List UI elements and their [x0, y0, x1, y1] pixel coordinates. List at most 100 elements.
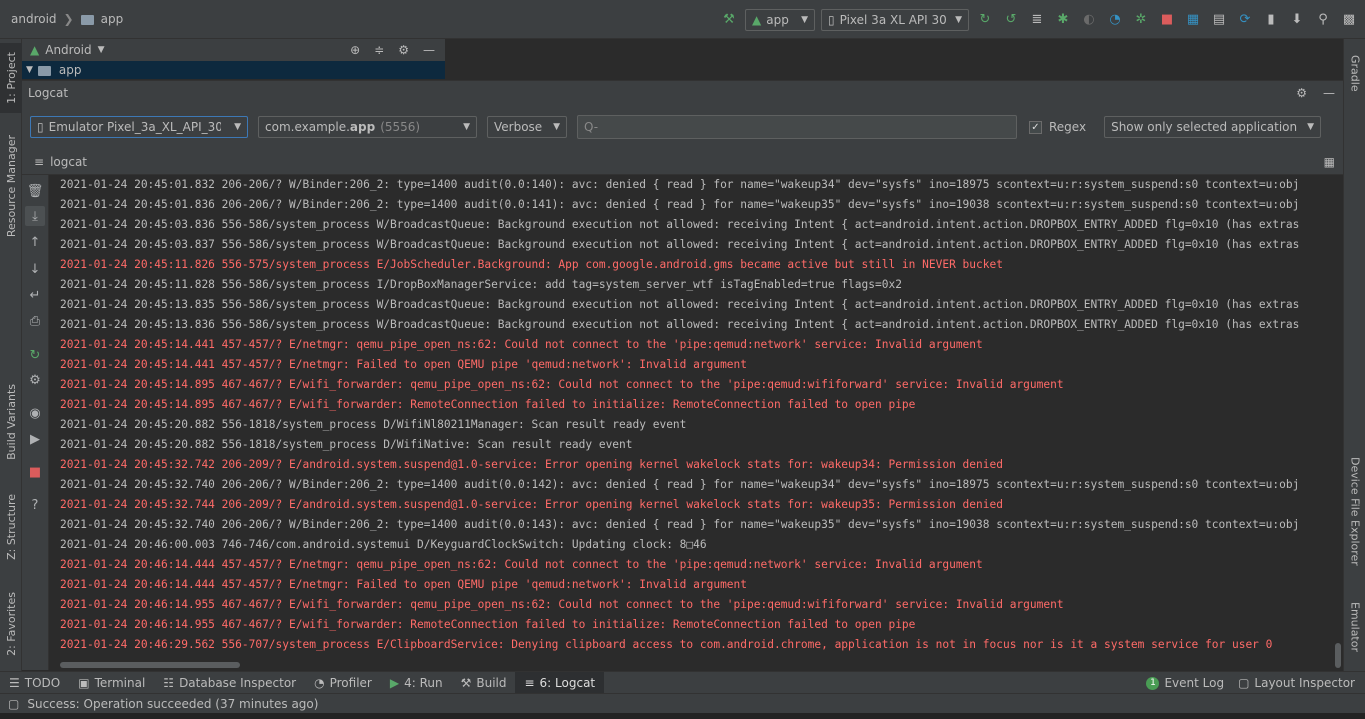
tab-run[interactable]: ▶ 4: Run	[381, 672, 452, 694]
stop-icon[interactable]: ■	[1157, 10, 1177, 30]
minimize-icon[interactable]: —	[423, 43, 435, 57]
regex-checkbox[interactable]: ✓ Regex	[1029, 120, 1086, 134]
tab-device-file-explorer[interactable]: Device File Explorer	[1344, 454, 1365, 569]
device-select[interactable]: ▯ Pixel 3a XL API 30 ▼	[821, 8, 969, 31]
layout-icon[interactable]: ▤	[1209, 10, 1229, 30]
rerun-icon[interactable]: ↻	[975, 10, 995, 30]
hammer-icon[interactable]: ⚒	[719, 10, 739, 30]
arrow-up-icon[interactable]: ↑	[25, 232, 45, 252]
trash-icon[interactable]: 🗑	[25, 181, 45, 201]
main-toolbar: android ❯ app ⚒ ▲ app ▼ ▯ Pixel 3a XL AP…	[0, 0, 1365, 39]
log-line: 2021-01-24 20:45:03.837 556-586/system_p…	[60, 238, 1300, 251]
project-tree-item-app[interactable]: ▼ app	[22, 61, 445, 79]
attach-debugger-icon[interactable]: ✲	[1131, 10, 1151, 30]
tab-layout-inspector[interactable]: ▢ Layout Inspector	[1238, 672, 1355, 694]
profile-icon[interactable]: ◐	[1079, 10, 1099, 30]
sync-gradle-icon[interactable]: ⟳	[1235, 10, 1255, 30]
restart-icon[interactable]: ↻	[25, 345, 45, 365]
arrow-down-icon[interactable]: ↓	[25, 259, 45, 279]
log-line: 2021-01-24 20:45:11.826 556-575/system_p…	[60, 258, 1003, 271]
project-view-mode[interactable]: Android	[45, 43, 91, 57]
minimize-icon[interactable]: —	[1323, 86, 1335, 100]
locate-icon[interactable]: ⊕	[350, 43, 360, 57]
log-line: 2021-01-24 20:45:14.441 457-457/? E/netm…	[60, 358, 748, 371]
run-config-select[interactable]: ▲ app ▼	[745, 8, 815, 31]
tab-structure[interactable]: Z: Structure	[0, 484, 22, 569]
tab-event-log[interactable]: 1 Event Log	[1146, 672, 1224, 694]
apply-code-changes-icon[interactable]: ≣	[1027, 10, 1047, 30]
logcat-device-select[interactable]: ▯ Emulator Pixel_3a_XL_API_30 Ani ▼	[30, 116, 248, 138]
log-line: 2021-01-24 20:45:11.828 556-586/system_p…	[60, 278, 902, 291]
editor-area	[445, 39, 1343, 79]
sdk-manager-icon[interactable]: ⬇	[1287, 10, 1307, 30]
gear-icon[interactable]: ⚙	[398, 43, 409, 57]
scroll-to-end-icon[interactable]: ⤓	[25, 206, 45, 226]
horizontal-scrollbar-thumb[interactable]	[60, 662, 240, 668]
breadcrumb-root[interactable]: android	[11, 12, 57, 26]
camera-icon[interactable]: ◉	[25, 403, 45, 423]
tab-emulator[interactable]: Emulator	[1344, 594, 1365, 659]
log-line: 2021-01-24 20:45:20.882 556-1818/system_…	[60, 438, 633, 451]
tab-build-variants[interactable]: Build Variants	[0, 374, 22, 469]
horizontal-scrollbar[interactable]	[50, 659, 1343, 670]
help-icon[interactable]: ?	[25, 495, 45, 515]
search-icon[interactable]: ⚲	[1313, 10, 1333, 30]
window-bottom-edge	[0, 713, 1365, 719]
tab-todo[interactable]: ☰ TODO	[0, 672, 69, 694]
avd-manager-icon[interactable]: ▮	[1261, 10, 1281, 30]
tab-favorites[interactable]: 2: Favorites	[0, 584, 22, 664]
tab-emulator-label: Emulator	[1348, 601, 1362, 652]
tab-logcat[interactable]: logcat	[50, 155, 87, 169]
apply-changes-icon[interactable]: ↺	[1001, 10, 1021, 30]
square-icon[interactable]: ▢	[8, 697, 19, 711]
tab-resource-manager[interactable]: Resource Manager	[0, 129, 22, 244]
tab-build[interactable]: ⚒ Build	[452, 672, 516, 694]
checkmark-icon[interactable]: ✓	[1029, 120, 1042, 134]
logcat-output[interactable]: 2021-01-24 20:45:01.832 206-206/? W/Bind…	[50, 175, 1343, 659]
event-log-badge: 1	[1146, 676, 1160, 690]
device-label: Pixel 3a XL API 30	[839, 12, 947, 27]
logcat-filter-select[interactable]: Show only selected application ▼	[1104, 116, 1322, 138]
run-config-label: app	[766, 12, 789, 27]
expand-arrow-icon[interactable]: ▼	[26, 65, 33, 75]
chevron-down-icon[interactable]: ▼	[98, 45, 105, 55]
tab-profiler[interactable]: ◔ Profiler	[305, 672, 381, 694]
tab-logcat-bottom[interactable]: ≡ 6: Logcat	[515, 671, 605, 694]
debug-icon[interactable]: ✱	[1053, 10, 1073, 30]
tab-run-label: 4: Run	[404, 675, 443, 690]
log-line: 2021-01-24 20:45:13.835 556-586/system_p…	[60, 298, 1300, 311]
soft-wrap-icon[interactable]: ↵	[25, 285, 45, 305]
collapse-icon[interactable]: ≑	[374, 43, 384, 57]
toolbar-actions: ⚒ ▲ app ▼ ▯ Pixel 3a XL API 30 ▼ ↻ ↺ ≣ ✱…	[719, 0, 1365, 39]
tab-event-log-label: Event Log	[1164, 676, 1225, 690]
logcat-process-select[interactable]: com.example. app (5556) ▼	[258, 116, 477, 138]
hammer-icon: ⚒	[460, 675, 472, 690]
settings-grid-icon[interactable]: ▩	[1339, 10, 1359, 30]
logcat-search-input[interactable]: Q-	[577, 115, 1017, 139]
tab-database-inspector[interactable]: ☷ Database Inspector	[154, 672, 305, 694]
video-icon[interactable]: ▶	[25, 429, 45, 449]
breadcrumb-module[interactable]: app	[101, 12, 124, 26]
gear-icon[interactable]: ⚙	[25, 370, 45, 390]
layout-icon[interactable]: ▦	[1324, 155, 1343, 169]
tab-terminal[interactable]: ▣ Terminal	[69, 672, 154, 694]
tab-build-label: Build	[476, 675, 507, 690]
project-structure-icon[interactable]: ▦	[1183, 10, 1203, 30]
log-level-select[interactable]: Verbose ▼	[487, 116, 567, 138]
tab-gradle[interactable]: Gradle	[1344, 43, 1365, 103]
vertical-scrollbar-thumb[interactable]	[1335, 643, 1341, 668]
android-studio-window: android ❯ app ⚒ ▲ app ▼ ▯ Pixel 3a XL AP…	[0, 0, 1365, 719]
log-line: 2021-01-24 20:45:13.836 556-586/system_p…	[60, 318, 1300, 331]
log-line: 2021-01-24 20:45:01.832 206-206/? W/Bind…	[60, 178, 1300, 191]
tab-project[interactable]: 1: Project	[0, 43, 22, 113]
list-icon: ☰	[9, 675, 20, 690]
log-line: 2021-01-24 20:45:32.742 206-209/? E/andr…	[60, 458, 1003, 471]
log-line: 2021-01-24 20:45:03.836 556-586/system_p…	[60, 218, 1300, 231]
log-line: 2021-01-24 20:46:14.955 467-467/? E/wifi…	[60, 598, 1064, 611]
stop-icon[interactable]: ■	[25, 462, 45, 482]
chevron-down-icon: ▼	[801, 14, 808, 25]
right-tool-stripe: Gradle Device File Explorer Emulator	[1343, 39, 1365, 691]
gear-icon[interactable]: ⚙	[1296, 86, 1307, 100]
profiler-gauge-icon[interactable]: ◔	[1105, 10, 1125, 30]
print-icon[interactable]: ⎙	[25, 311, 45, 331]
